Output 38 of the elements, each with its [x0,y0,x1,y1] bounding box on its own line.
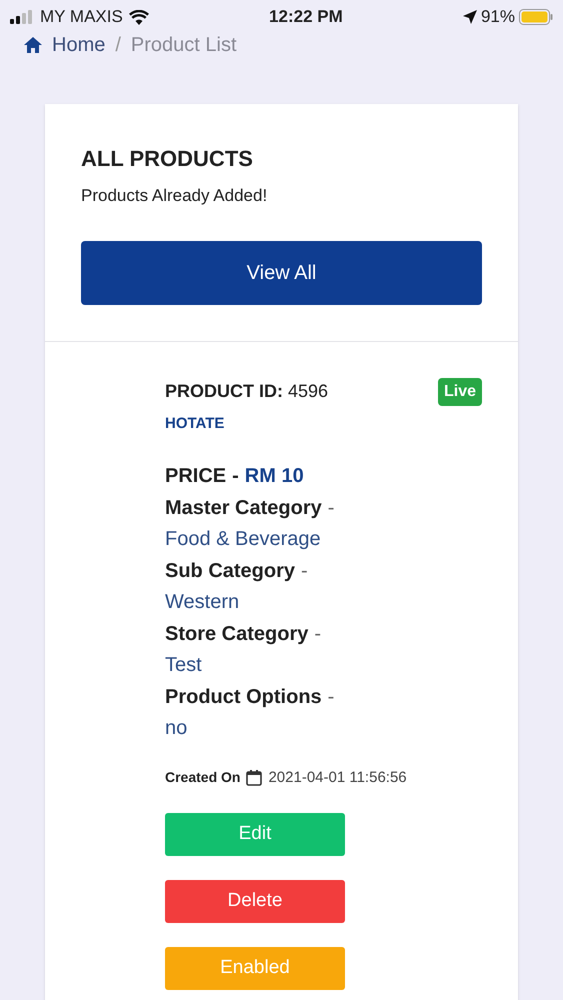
detail-value: Food & Beverage [165,527,321,552]
dash: - [328,684,334,710]
action-button[interactable]: Enabled [165,947,345,990]
detail-label: Sub Category [165,558,296,584]
view-all-button[interactable]: View All [81,240,482,304]
detail-label: PRICE [165,464,226,489]
detail-value: Western [165,590,240,615]
clock: 12:22 PM [269,6,343,28]
battery-percent: 91% [480,6,515,28]
status-badge: Live [438,378,482,406]
wifi-icon [128,10,149,24]
action-button[interactable]: Delete [165,880,345,923]
carrier-name: MY MAXIS [40,6,123,28]
detail-label: Store Category [165,622,308,646]
detail-label: Product Options [165,684,322,710]
breadcrumb-link[interactable]: Home [52,30,106,60]
created-date: 2021-04-01 11:56:56 [268,768,407,788]
breadcrumb-link[interactable]: Product List [130,30,237,60]
detail-value: RM 10 [244,464,304,489]
breadcrumb-separator: / [115,33,121,58]
detail-value: no [165,716,188,741]
product-id: PRODUCT ID: 4596 [165,380,328,402]
section-title: ALL PRODUCTS [81,145,254,173]
signal-icon [10,10,34,24]
created-label: Created On [165,768,240,788]
dash: - [328,496,334,520]
dash: - [314,622,322,646]
detail-value: Test [165,653,202,678]
product-name: HOTATE [165,414,226,434]
battery-icon [519,9,553,25]
section-subtitle: Products Already Added! [81,185,268,207]
action-button[interactable]: Edit [165,813,345,856]
detail-label: Master Category [165,496,322,520]
location-arrow-icon [462,10,477,24]
home-icon [24,37,42,53]
dash: - [301,558,308,584]
dash: - [232,464,239,489]
calendar-icon [246,770,262,786]
